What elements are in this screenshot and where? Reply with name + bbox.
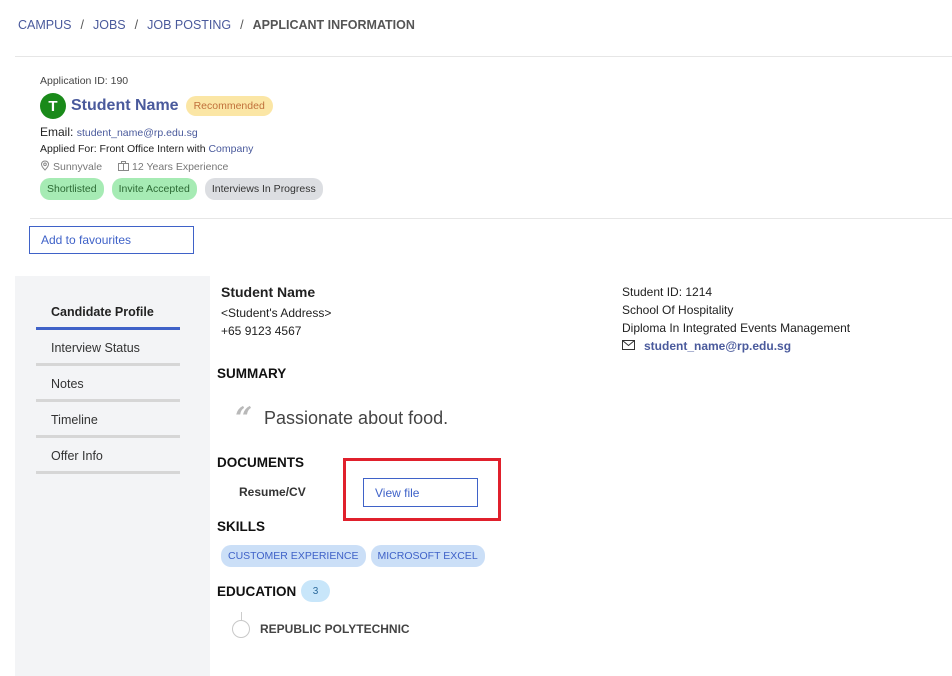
sidebar-item-interview-status[interactable]: Interview Status: [36, 330, 180, 366]
skills-heading: SKILLS: [217, 519, 266, 534]
resume-label: Resume/CV: [239, 485, 306, 499]
summary-text: Passionate about food.: [264, 408, 449, 428]
profile-sidebar: Candidate Profile Interview Status Notes…: [15, 276, 210, 676]
education-school: REPUBLIC POLYTECHNIC: [260, 622, 410, 636]
applicant-email-link[interactable]: student_name@rp.edu.sg: [77, 127, 198, 139]
status-tag-invite-accepted: Invite Accepted: [111, 178, 197, 200]
location-pin-icon: [40, 160, 50, 174]
briefcase-icon: [118, 160, 130, 174]
school: School Of Hospitality: [622, 303, 734, 317]
breadcrumb-campus[interactable]: CAMPUS: [18, 18, 71, 32]
applied-for-line: Applied For: Front Office Intern with Co…: [40, 143, 253, 155]
breadcrumb-separator: /: [80, 18, 84, 32]
education-count-badge: 3: [301, 580, 330, 602]
applicant-name: Student Name: [71, 97, 179, 114]
candidate-address: <Student's Address>: [221, 306, 332, 320]
applicant-meta: Sunnyvale 12 Years Experience: [40, 160, 228, 174]
candidate-name: Student Name: [221, 284, 316, 300]
company-link[interactable]: Company: [208, 143, 253, 155]
breadcrumb: CAMPUS / JOBS / JOB POSTING / APPLICANT …: [18, 18, 415, 32]
diploma: Diploma In Integrated Events Management: [622, 321, 851, 335]
breadcrumb-job-posting[interactable]: JOB POSTING: [147, 18, 231, 32]
add-to-favourites-button[interactable]: Add to favourites: [29, 226, 194, 254]
status-tag-shortlisted: Shortlisted: [40, 178, 104, 200]
profile-email: student_name@rp.edu.sg: [622, 339, 791, 353]
breadcrumb-jobs[interactable]: JOBS: [93, 18, 126, 32]
student-id: Student ID: 1214: [622, 285, 713, 299]
breadcrumb-separator: /: [240, 18, 244, 32]
breadcrumb-current: APPLICANT INFORMATION: [252, 18, 415, 32]
sidebar-item-candidate-profile[interactable]: Candidate Profile: [36, 294, 180, 330]
breadcrumb-separator: /: [134, 18, 139, 32]
divider: [15, 56, 952, 57]
education-heading: EDUCATION: [217, 584, 297, 599]
status-tag-interviews: Interviews In Progress: [204, 178, 323, 200]
divider: [30, 218, 952, 219]
sidebar-item-offer-info[interactable]: Offer Info: [36, 438, 180, 474]
experience-text: 12 Years Experience: [132, 161, 229, 173]
application-id: Application ID: 190: [40, 75, 129, 87]
documents-heading: DOCUMENTS: [217, 455, 304, 470]
applicant-name-row: T Student Name Recommended: [40, 93, 273, 119]
recommended-badge: Recommended: [185, 96, 273, 116]
view-file-button[interactable]: View file: [363, 478, 478, 507]
email-label: Email:: [40, 125, 74, 139]
location-text: Sunnyvale: [53, 161, 103, 173]
skill-tag: CUSTOMER EXPERIENCE: [221, 545, 366, 567]
summary-heading: SUMMARY: [217, 366, 287, 381]
sidebar-item-notes[interactable]: Notes: [36, 366, 180, 402]
applicant-email-line: Email: student_name@rp.edu.sg: [40, 125, 198, 139]
mail-icon: [622, 339, 635, 353]
profile-email-link[interactable]: student_name@rp.edu.sg: [644, 339, 791, 353]
sidebar-item-timeline[interactable]: Timeline: [36, 402, 180, 438]
candidate-phone: +65 9123 4567: [221, 324, 302, 338]
experience: 12 Years Experience: [118, 160, 229, 174]
skills-list: CUSTOMER EXPERIENCE MICROSOFT EXCEL: [221, 545, 485, 567]
applied-for-text: Applied For: Front Office Intern with: [40, 143, 206, 155]
skill-tag: MICROSOFT EXCEL: [370, 545, 485, 567]
status-tags: Shortlisted Invite Accepted Interviews I…: [40, 178, 323, 200]
timeline-node-icon: [232, 620, 250, 638]
quote-icon: “: [235, 401, 253, 436]
avatar: T: [40, 93, 66, 119]
